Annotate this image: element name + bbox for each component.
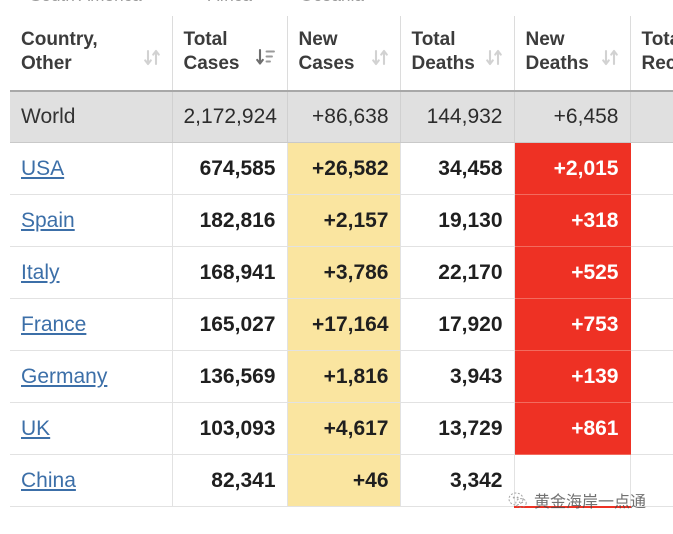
cell-total-deaths: 19,130	[400, 195, 514, 247]
cell-new-cases: +26,582	[287, 143, 400, 195]
country-link[interactable]: France	[21, 313, 86, 336]
cell-total-cases: 136,569	[172, 351, 287, 403]
column-header-new-deaths-label: New Deaths	[526, 28, 589, 77]
cell-new-deaths: +6,458	[514, 91, 630, 143]
cell-new-deaths: +861	[514, 403, 630, 455]
cell-new-cases: +17,164	[287, 299, 400, 351]
country-link[interactable]: Italy	[21, 261, 60, 284]
cell-new-cases: +2,157	[287, 195, 400, 247]
table-row[interactable]: USA 674,585 +26,582 34,458 +2,015	[10, 143, 673, 195]
cell-country: Germany	[10, 351, 172, 403]
country-link[interactable]: Spain	[21, 209, 75, 232]
cell-total-deaths: 3,342	[400, 455, 514, 507]
cell-total-recovered	[630, 455, 673, 507]
cell-total-cases: 103,093	[172, 403, 287, 455]
country-link[interactable]: USA	[21, 157, 64, 180]
cell-total-cases: 82,341	[172, 455, 287, 507]
cell-total-deaths: 3,943	[400, 351, 514, 403]
column-header-country-label: Country, Other	[21, 28, 98, 77]
country-link[interactable]: China	[21, 469, 76, 492]
tab-south-america[interactable]: South America	[30, 0, 142, 6]
cell-new-deaths	[514, 455, 630, 507]
column-header-new-cases[interactable]: New Cases	[287, 16, 400, 91]
column-header-total-deaths[interactable]: Total Deaths	[400, 16, 514, 91]
cell-total-cases: 674,585	[172, 143, 287, 195]
cell-total-deaths: 34,458	[400, 143, 514, 195]
cell-new-cases: +86,638	[287, 91, 400, 143]
cell-total-deaths: 144,932	[400, 91, 514, 143]
table-row[interactable]: UK 103,093 +4,617 13,729 +861	[10, 403, 673, 455]
tab-oceania[interactable]: Oceania	[300, 0, 364, 6]
cell-new-cases: +4,617	[287, 403, 400, 455]
cell-total-cases: 168,941	[172, 247, 287, 299]
cell-new-deaths: +525	[514, 247, 630, 299]
cell-total-deaths: 22,170	[400, 247, 514, 299]
cell-total-cases: 2,172,924	[172, 91, 287, 143]
column-header-new-deaths[interactable]: New Deaths	[514, 16, 630, 91]
cell-country: Spain	[10, 195, 172, 247]
cell-total-recovered	[630, 247, 673, 299]
column-header-total-cases-label: Total Cases	[184, 28, 240, 77]
cell-total-deaths: 17,920	[400, 299, 514, 351]
cell-new-deaths: +2,015	[514, 143, 630, 195]
cell-country: France	[10, 299, 172, 351]
table-body: World 2,172,924 +86,638 144,932 +6,458 U…	[10, 91, 673, 507]
cell-total-recovered	[630, 403, 673, 455]
cell-country: USA	[10, 143, 172, 195]
covid-statistics-table-screen: South America Africa Oceania Country, Ot…	[0, 0, 673, 534]
cell-total-recovered	[630, 143, 673, 195]
cell-new-cases: +3,786	[287, 247, 400, 299]
cell-total-recovered	[630, 299, 673, 351]
table-header: Country, Other Total Cases	[10, 16, 673, 91]
cell-total-cases: 182,816	[172, 195, 287, 247]
table-row[interactable]: Spain 182,816 +2,157 19,130 +318	[10, 195, 673, 247]
sort-both-icon[interactable]	[486, 47, 503, 75]
country-link[interactable]: UK	[21, 417, 50, 440]
statistics-table-container: Country, Other Total Cases	[10, 16, 673, 508]
column-header-total-cases[interactable]: Total Cases	[172, 16, 287, 91]
sort-desc-icon[interactable]	[256, 47, 276, 75]
cell-new-deaths: +139	[514, 351, 630, 403]
column-header-country[interactable]: Country, Other	[10, 16, 172, 91]
table-row[interactable]: Italy 168,941 +3,786 22,170 +525	[10, 247, 673, 299]
table-row[interactable]: Germany 136,569 +1,816 3,943 +139	[10, 351, 673, 403]
cell-country: China	[10, 455, 172, 507]
cell-country: Italy	[10, 247, 172, 299]
sort-both-icon[interactable]	[372, 47, 389, 75]
sort-both-icon[interactable]	[602, 47, 619, 75]
cell-new-deaths: +753	[514, 299, 630, 351]
header-row: Country, Other Total Cases	[10, 16, 673, 91]
column-header-total-recovered[interactable]: Tota Rec	[630, 16, 673, 91]
continent-tab-strip: South America Africa Oceania	[0, 0, 673, 8]
cell-total-recovered	[630, 91, 673, 143]
country-link[interactable]: Germany	[21, 365, 107, 388]
cell-total-recovered	[630, 195, 673, 247]
table-row[interactable]: China 82,341 +46 3,342	[10, 455, 673, 507]
cell-country: World	[10, 91, 172, 143]
column-header-total-deaths-label: Total Deaths	[412, 28, 475, 77]
cell-new-deaths: +318	[514, 195, 630, 247]
table-row-world[interactable]: World 2,172,924 +86,638 144,932 +6,458	[10, 91, 673, 143]
tab-africa[interactable]: Africa	[208, 0, 252, 6]
cell-country: UK	[10, 403, 172, 455]
cell-total-deaths: 13,729	[400, 403, 514, 455]
cell-new-cases: +46	[287, 455, 400, 507]
column-header-new-cases-label: New Cases	[299, 28, 355, 77]
table-row[interactable]: France 165,027 +17,164 17,920 +753	[10, 299, 673, 351]
cell-new-cases: +1,816	[287, 351, 400, 403]
column-header-total-recovered-label: Tota Rec	[642, 28, 673, 77]
covid-statistics-table: Country, Other Total Cases	[10, 16, 673, 508]
cell-total-cases: 165,027	[172, 299, 287, 351]
sort-both-icon[interactable]	[144, 47, 161, 75]
cell-total-recovered	[630, 351, 673, 403]
